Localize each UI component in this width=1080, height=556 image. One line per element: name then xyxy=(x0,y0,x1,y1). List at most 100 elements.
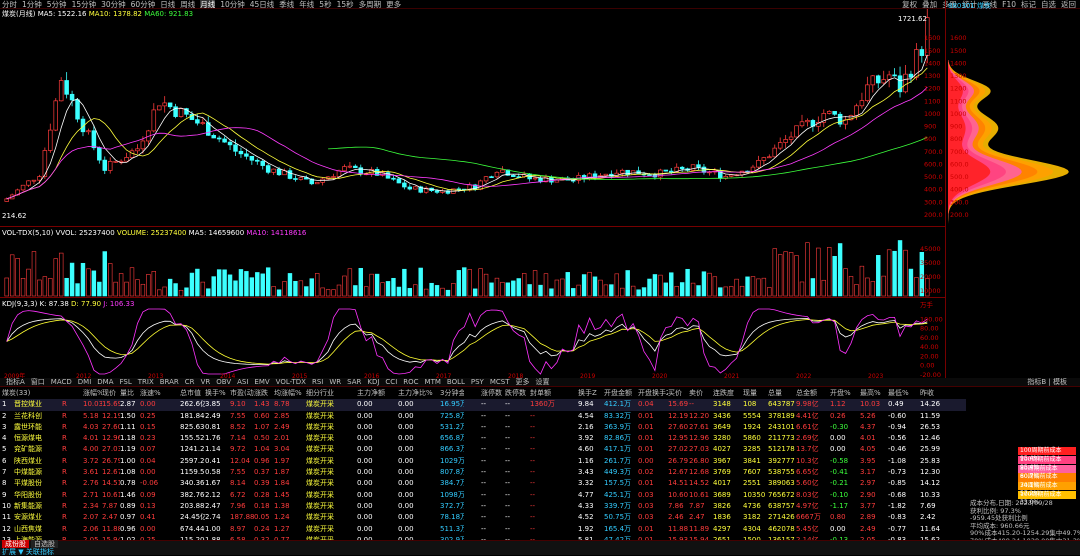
table-row[interactable]: 12山西焦煤R2.0611.880.960.00674.44亿1.008.970… xyxy=(0,524,966,535)
indicator-tab-15[interactable]: WR xyxy=(329,378,341,386)
indicator-tab-23[interactable]: MCST xyxy=(490,378,510,386)
candle-body xyxy=(124,157,129,162)
period-tab-14[interactable]: 15秒 xyxy=(337,0,354,8)
period-tab-2[interactable]: 5分钟 xyxy=(47,0,67,8)
column-header[interactable]: 均涨幅% xyxy=(274,388,306,399)
column-header[interactable]: 市盈(动) xyxy=(230,388,254,399)
period-tab-12[interactable]: 年线 xyxy=(299,0,314,8)
indicator-tab-25[interactable]: 设置 xyxy=(536,378,550,386)
table-row[interactable]: 5兖矿能源R4.0027.031.190.071241.23亿1.149.721… xyxy=(0,444,966,455)
bottom-tab-1[interactable]: 自选股 xyxy=(31,540,58,548)
period-tab-16[interactable]: 更多 xyxy=(386,0,401,8)
table-row[interactable]: 2兰花科创R5.1812.191.500.25181.84亿2.497.550.… xyxy=(0,411,966,422)
period-tab-7[interactable]: 周线 xyxy=(180,0,195,8)
column-header[interactable]: 总量 xyxy=(768,388,796,399)
table-row[interactable]: 8平煤股份R2.7614.510.78-0.06340.36亿1.678.140… xyxy=(0,478,966,489)
period-tab-1[interactable]: 1分钟 xyxy=(22,0,42,8)
candle-body xyxy=(265,165,271,173)
period-tab-11[interactable]: 季线 xyxy=(279,0,294,8)
column-header[interactable]: 连跌度 xyxy=(713,388,743,399)
indicator-tab-5[interactable]: FSL xyxy=(120,378,132,386)
table-row[interactable]: 10新集能源R2.347.870.890.13203.88亿2.477.960.… xyxy=(0,501,966,512)
period-tab-8[interactable]: 月线 xyxy=(200,0,216,8)
table-row[interactable]: 3露世环能R4.0327.601.110.15825.63亿0.818.521.… xyxy=(0,422,966,433)
column-header[interactable]: 涨幅% xyxy=(83,388,102,399)
column-header[interactable]: 涨跌 xyxy=(254,388,274,399)
table-row[interactable]: 1 晋控煤业 R 10.03 15.69 2.87 0.00 262.6亿 3.85 9.10 1.… xyxy=(0,399,966,411)
indicator-tab-17[interactable]: KDJ xyxy=(367,378,379,386)
column-header[interactable]: 买价 xyxy=(668,388,689,399)
cost-legend: 100周期前成本95.4%100周期前成本95.4%80周期前成本80.7%60… xyxy=(1018,447,1076,506)
table-row[interactable]: 4恒源煤电R4.0112.961.180.23155.52亿1.767.140.… xyxy=(0,433,966,444)
indicator-tab-21[interactable]: BOLL xyxy=(447,378,465,386)
column-header[interactable]: 换手% xyxy=(205,388,230,399)
column-header[interactable]: 封单额 xyxy=(530,388,556,399)
column-header[interactable]: 最高% xyxy=(860,388,888,399)
cell: -- xyxy=(481,411,487,420)
period-tab-9[interactable]: 10分钟 xyxy=(220,0,245,8)
indicator-tab-16[interactable]: SAR xyxy=(347,378,361,386)
indicator-tab-20[interactable]: MTM xyxy=(425,378,441,386)
column-header[interactable]: 昨收 xyxy=(920,388,960,399)
column-header[interactable]: 主力净比% xyxy=(398,388,440,399)
column-header[interactable]: 煤炭(33) xyxy=(2,388,62,399)
column-header[interactable]: 主力净额 xyxy=(357,388,397,399)
column-header[interactable]: 开盘% xyxy=(830,388,860,399)
indicator-tab-18[interactable]: CCI xyxy=(385,378,397,386)
column-header[interactable]: 跌停数 xyxy=(505,388,533,399)
column-header[interactable]: 最低% xyxy=(888,388,918,399)
indicator-tab-0[interactable]: 指标A xyxy=(6,378,25,386)
column-header[interactable]: 开盘金额 xyxy=(604,388,638,399)
indicator-tab-7[interactable]: BRAR xyxy=(160,378,179,386)
table-row[interactable]: 6陕西煤业R3.7226.791.000.042597.29亿0.4112.04… xyxy=(0,456,966,467)
volume-bar xyxy=(53,258,58,297)
indicator-tab-14[interactable]: RSI xyxy=(312,378,323,386)
stock-name: 露世环能 xyxy=(14,422,42,431)
cell: -- xyxy=(505,490,511,499)
tool-button-0[interactable]: 复权 xyxy=(902,0,917,8)
column-header[interactable]: 涨速% xyxy=(140,388,180,399)
indicator-tab-13[interactable]: VOL-TDX xyxy=(276,378,306,386)
period-tab-15[interactable]: 多周期 xyxy=(359,0,382,8)
column-header[interactable]: 现价 xyxy=(102,388,120,399)
cell: -- xyxy=(481,501,487,510)
indicator-tabs-right[interactable]: 指标B | 模板 xyxy=(1027,378,1067,386)
indicator-tab-9[interactable]: VR xyxy=(201,378,211,386)
indicator-tab-4[interactable]: DMA xyxy=(97,378,113,386)
indicator-tab-24[interactable]: 更多 xyxy=(516,378,530,386)
indicator-tab-22[interactable]: PSY xyxy=(471,378,484,386)
cell: 2.90 xyxy=(860,490,876,499)
column-header[interactable]: 总金额 xyxy=(796,388,830,399)
tool-button-1[interactable]: 叠加 xyxy=(922,0,937,8)
indicator-tab-1[interactable]: 窗口 xyxy=(31,378,45,386)
column-header[interactable]: 卖价 xyxy=(689,388,713,399)
column-header[interactable]: 细分行业 xyxy=(306,388,354,399)
period-tab-3[interactable]: 15分钟 xyxy=(72,0,97,8)
column-header[interactable]: 现量 xyxy=(743,388,768,399)
indicator-tab-12[interactable]: EMV xyxy=(254,378,269,386)
table-row[interactable]: 7中煤能源R3.6112.671.080.001159.56亿0.587.550… xyxy=(0,467,966,478)
candle-body xyxy=(511,174,516,177)
indicator-tab-3[interactable]: DMI xyxy=(78,378,92,386)
period-tab-13[interactable]: 5秒 xyxy=(319,0,331,8)
indicator-tab-6[interactable]: TRIX xyxy=(138,378,154,386)
indicator-tab-19[interactable]: ROC xyxy=(403,378,418,386)
bottom-tab-0[interactable]: 成份股 xyxy=(2,540,29,548)
kline-chart[interactable]: 1721.62 214.62 1600 1500 1400 1300 1200 1100 10… xyxy=(0,9,945,378)
table-row[interactable]: 9华阳股份R2.7110.611.460.09382.76亿2.126.720.… xyxy=(0,490,966,501)
indicator-tab-10[interactable]: OBV xyxy=(216,378,231,386)
indicator-tab-11[interactable]: ASI xyxy=(237,378,248,386)
period-tab-6[interactable]: 日线 xyxy=(160,0,175,8)
indicator-tab-2[interactable]: MACD xyxy=(51,378,72,386)
column-header[interactable]: 涨停数 xyxy=(481,388,505,399)
indicator-tab-8[interactable]: CR xyxy=(185,378,195,386)
column-header[interactable]: 量比 xyxy=(120,388,140,399)
period-tab-10[interactable]: 45日线 xyxy=(250,0,275,8)
period-tab-0[interactable]: 分时 xyxy=(2,0,17,8)
table-row[interactable]: 11 安源煤业 R 2.07 2.47 0.97 0.41 24.45亿 2.74 187.88 0… xyxy=(0,512,966,523)
period-tab-5[interactable]: 60分钟 xyxy=(131,0,156,8)
column-header[interactable]: 开盘换手Z xyxy=(638,388,668,399)
column-header[interactable]: 总市值 xyxy=(180,388,205,399)
column-header[interactable]: 3分钟金额 xyxy=(440,388,464,399)
period-tab-4[interactable]: 30分钟 xyxy=(101,0,126,8)
